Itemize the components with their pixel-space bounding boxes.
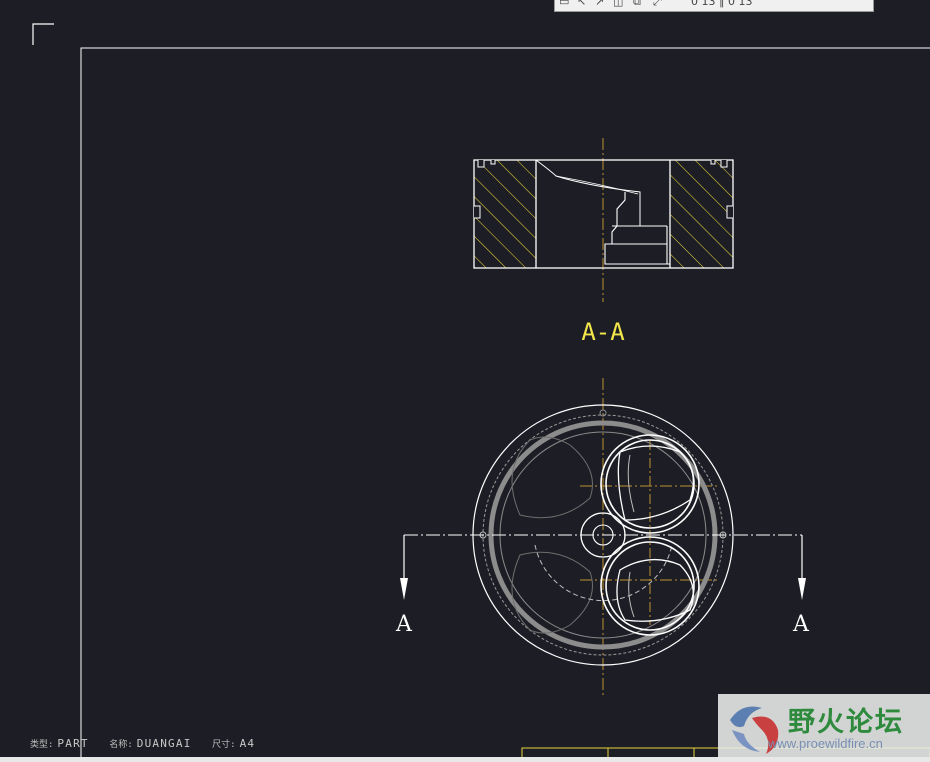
size-label: 尺寸: [212, 740, 236, 750]
type-value: PART [57, 737, 89, 750]
watermark-title: 野火论坛 [788, 707, 904, 738]
size-value: A4 [239, 737, 256, 750]
window-bottom-edge [0, 757, 930, 762]
name-label: 名称: [109, 740, 133, 750]
drawing-canvas[interactable]: A-A A A [0, 0, 930, 762]
section-view[interactable] [473, 138, 734, 302]
cut-arrow-left [400, 578, 408, 600]
section-label: A-A [581, 318, 625, 346]
watermark-url: www.proewildfire.cn [768, 736, 883, 751]
name-value: DUANGAI [136, 737, 192, 750]
cut-label-right: A [792, 612, 810, 637]
cut-arrow-right [798, 578, 806, 600]
cut-label-left: A [395, 612, 413, 637]
plan-view[interactable] [472, 378, 734, 695]
sheet-corner-mark [32, 23, 54, 45]
forum-watermark: 野火论坛 www.proewildfire.cn [718, 694, 930, 762]
sheet-border [80, 47, 930, 762]
type-label: 类型: [30, 740, 54, 750]
status-bar: 类型: PART 名称: DUANGAI 尺寸: A4 [30, 737, 269, 753]
